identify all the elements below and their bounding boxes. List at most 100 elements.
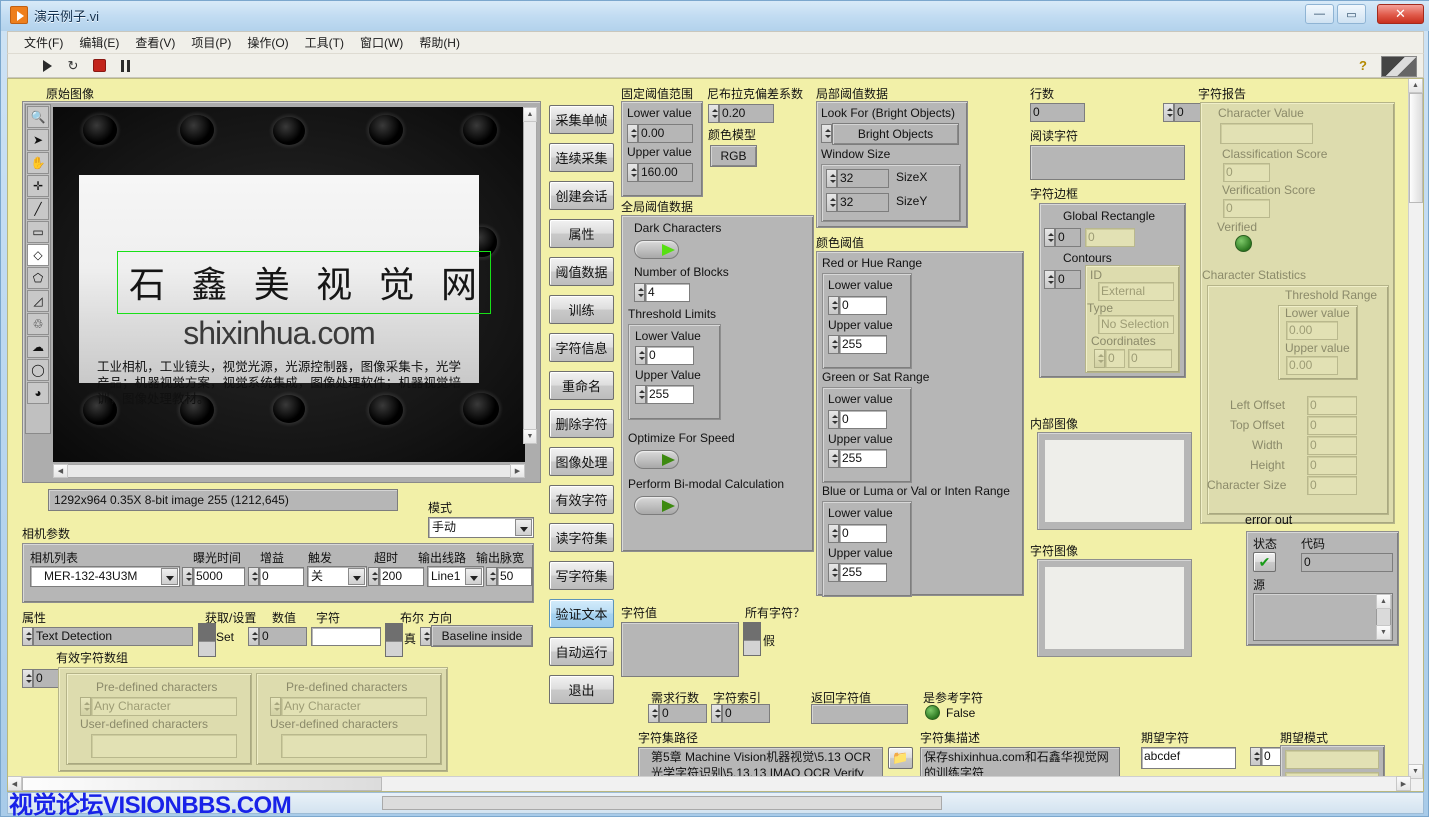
button-create-session[interactable]: 创建会话 xyxy=(549,181,614,210)
out-pulse-input[interactable]: 50 xyxy=(497,567,532,586)
run-continuously-icon[interactable]: ↻ xyxy=(62,56,84,76)
context-help-icon[interactable]: ? xyxy=(1359,58,1367,73)
exposure-spinner[interactable] xyxy=(182,567,193,586)
ft-lower-spinner[interactable] xyxy=(627,124,638,143)
button-valid-chars[interactable]: 有效字符 xyxy=(549,485,614,514)
button-auto-run[interactable]: 自动运行 xyxy=(549,637,614,666)
predefined-spinner-1[interactable] xyxy=(270,697,281,716)
look-for-spinner[interactable] xyxy=(821,124,832,143)
bool-switch[interactable] xyxy=(385,623,403,657)
panel-horizontal-scrollbar[interactable]: ◀ ▶ xyxy=(8,776,1410,791)
broken-line-icon[interactable]: ◿ xyxy=(27,290,49,312)
cursor-icon[interactable]: ➤ xyxy=(27,129,49,151)
oval-icon[interactable]: ◯ xyxy=(27,359,49,381)
property-spinner[interactable] xyxy=(22,627,33,646)
predefined-value-1[interactable]: Any Character xyxy=(281,697,427,716)
bimodal-toggle[interactable] xyxy=(634,496,679,515)
size-x-spinner[interactable] xyxy=(826,169,837,188)
annulus-icon[interactable]: ☁ xyxy=(27,336,49,358)
global-rect-index[interactable]: 0 xyxy=(1055,228,1081,247)
button-write-charset[interactable]: 写字符集 xyxy=(549,561,614,590)
exposure-input[interactable]: 5000 xyxy=(193,567,245,586)
freehand-icon[interactable]: ♲ xyxy=(27,313,49,335)
numeric-spinner[interactable] xyxy=(248,627,259,646)
ft-upper-spinner[interactable] xyxy=(627,163,638,182)
tl-upper-input[interactable]: 255 xyxy=(646,385,694,404)
menu-edit[interactable]: 编辑(E) xyxy=(71,31,127,54)
blue-lower-input[interactable]: 0 xyxy=(839,524,887,543)
image-horizontal-scrollbar[interactable]: ◀ ▶ xyxy=(53,464,525,478)
rotated-rect-icon[interactable]: ◇ xyxy=(27,244,49,266)
red-lower-spinner[interactable] xyxy=(828,296,839,315)
button-read-charset[interactable]: 读字符集 xyxy=(549,523,614,552)
image-display[interactable]: 🔍 ➤ ✋ ✛ ╱ ▭ ◇ ⬠ ◿ ♲ ☁ ◯ ◕ xyxy=(22,101,541,483)
dark-characters-toggle[interactable] xyxy=(634,240,679,259)
char-report-index-spinner[interactable] xyxy=(1163,103,1174,122)
niblack-input[interactable]: 0.20 xyxy=(719,104,774,123)
image-vertical-scrollbar[interactable]: ▲ ▼ xyxy=(523,107,537,444)
expected-pattern-spinner[interactable] xyxy=(1250,747,1261,766)
button-exit[interactable]: 退出 xyxy=(549,675,614,704)
green-lower-input[interactable]: 0 xyxy=(839,410,887,429)
direction-ring[interactable]: Baseline inside xyxy=(431,625,533,647)
valid-chars-index-spinner[interactable] xyxy=(22,669,33,688)
zoom-icon[interactable]: 🔍 xyxy=(27,106,49,128)
niblack-spinner[interactable] xyxy=(708,104,719,123)
trigger-combo[interactable]: 关 xyxy=(307,566,367,587)
menu-project[interactable]: 项目(P) xyxy=(183,31,239,54)
tl-lower-input[interactable]: 0 xyxy=(646,346,694,365)
userdefined-value-1[interactable] xyxy=(281,734,427,758)
rows-needed-spinner[interactable] xyxy=(648,704,659,723)
coordinates-spinner[interactable] xyxy=(1094,349,1105,368)
menu-view[interactable]: 查看(V) xyxy=(127,31,183,54)
out-pulse-spinner[interactable] xyxy=(486,567,497,586)
contours-spinner[interactable] xyxy=(1044,270,1055,289)
menu-help[interactable]: 帮助(H) xyxy=(411,31,468,54)
green-upper-spinner[interactable] xyxy=(828,449,839,468)
num-blocks-spinner[interactable] xyxy=(634,283,645,302)
blue-lower-spinner[interactable] xyxy=(828,524,839,543)
timeout-spinner[interactable] xyxy=(368,567,379,586)
spiral-icon[interactable]: ◕ xyxy=(27,382,49,404)
red-upper-spinner[interactable] xyxy=(828,335,839,354)
vi-icon-thumbnail[interactable] xyxy=(1381,56,1417,77)
button-acquire-single[interactable]: 采集单帧 xyxy=(549,105,614,134)
line-icon[interactable]: ╱ xyxy=(27,198,49,220)
red-lower-input[interactable]: 0 xyxy=(839,296,887,315)
rectangle-icon[interactable]: ▭ xyxy=(27,221,49,243)
error-source-scrollbar[interactable]: ▲ ▼ xyxy=(1376,594,1391,640)
button-verify-text[interactable]: 验证文本 xyxy=(549,599,614,628)
pan-icon[interactable]: ✋ xyxy=(27,152,49,174)
char-index-input[interactable]: 0 xyxy=(722,704,770,723)
numeric-input[interactable]: 0 xyxy=(259,627,307,646)
maximize-button[interactable]: ▭ xyxy=(1337,4,1366,24)
minimize-button[interactable]: — xyxy=(1305,4,1334,24)
blue-upper-spinner[interactable] xyxy=(828,563,839,582)
userdefined-value-0[interactable] xyxy=(91,734,237,758)
contours-index[interactable]: 0 xyxy=(1055,270,1081,289)
char-index-spinner[interactable] xyxy=(711,704,722,723)
folder-icon[interactable]: 📁 xyxy=(888,747,913,769)
num-blocks-input[interactable]: 4 xyxy=(645,283,690,302)
button-char-info[interactable]: 字符信息 xyxy=(549,333,614,362)
char-image-display[interactable] xyxy=(1037,559,1192,657)
timeout-input[interactable]: 200 xyxy=(379,567,424,586)
abort-execution-icon[interactable] xyxy=(88,56,110,76)
camera-list-combo[interactable]: MER-132-43U3M xyxy=(30,566,180,587)
color-model-ring[interactable]: RGB xyxy=(710,145,757,167)
char-value-input[interactable] xyxy=(621,622,739,677)
button-train[interactable]: 训练 xyxy=(549,295,614,324)
menu-operate[interactable]: 操作(O) xyxy=(239,31,296,54)
char-report-index[interactable]: 0 xyxy=(1174,103,1202,122)
string-input[interactable] xyxy=(311,627,381,646)
button-acquire-continuous[interactable]: 连续采集 xyxy=(549,143,614,172)
close-button[interactable]: ✕ xyxy=(1377,4,1424,24)
button-properties[interactable]: 属性 xyxy=(549,219,614,248)
get-set-switch[interactable] xyxy=(198,623,216,657)
predefined-value-0[interactable]: Any Character xyxy=(91,697,237,716)
expected-chars-input[interactable]: abcdef xyxy=(1141,747,1236,769)
green-upper-input[interactable]: 255 xyxy=(839,449,887,468)
global-rect-spinner[interactable] xyxy=(1044,228,1055,247)
property-input[interactable]: Text Detection xyxy=(33,627,193,646)
ft-upper-input[interactable]: 160.00 xyxy=(638,163,693,182)
